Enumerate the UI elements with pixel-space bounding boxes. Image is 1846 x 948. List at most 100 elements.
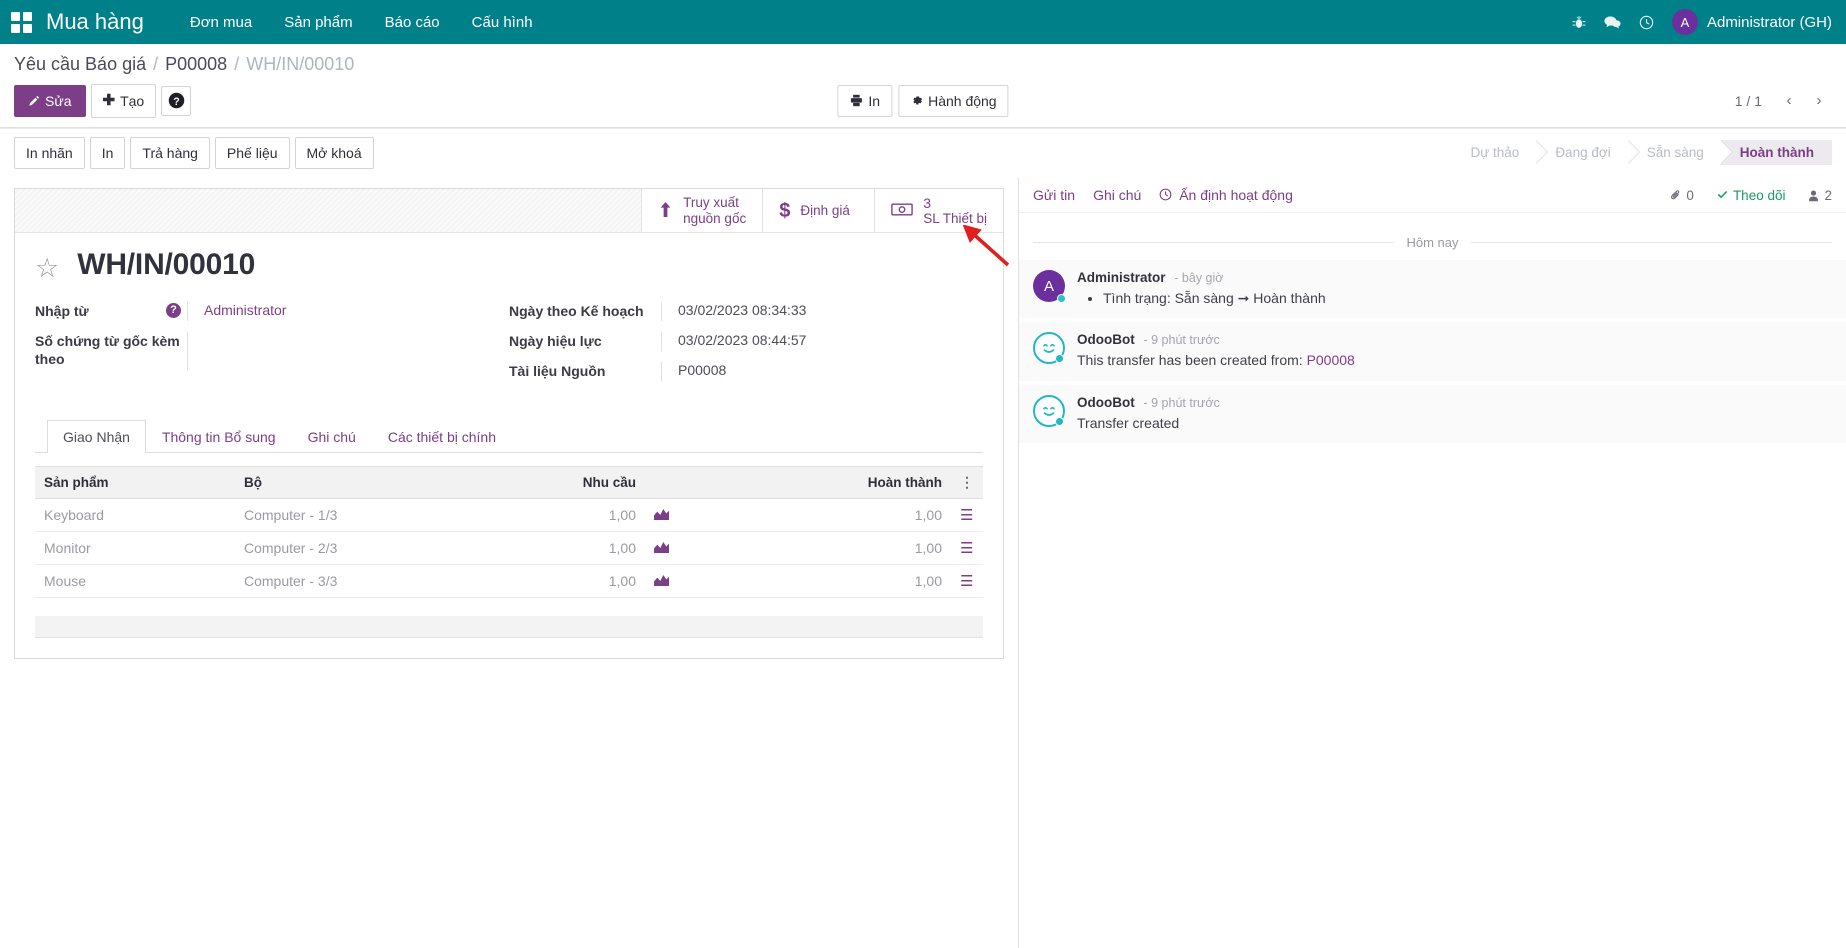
status-step-waiting[interactable]: Đang đợi [1535,140,1626,165]
tab-note[interactable]: Ghi chú [292,420,372,453]
menu-item-reporting[interactable]: Báo cáo [369,3,456,42]
unlock-button[interactable]: Mở khoá [295,137,374,169]
pager-next-button[interactable]: › [1806,88,1832,114]
print-button-secondary[interactable]: In [90,137,126,169]
cell-done[interactable]: 1,00 [678,499,951,532]
clock-icon [1159,188,1172,201]
cell-set[interactable]: Computer - 1/3 [235,499,455,532]
cell-demand[interactable]: 1,00 [455,565,645,598]
arrow-up-icon [658,201,673,221]
check-icon [1716,189,1729,201]
print-button[interactable]: In [837,85,892,117]
tab-additional-info[interactable]: Thông tin Bổ sung [146,420,292,453]
banknote-icon [891,202,913,220]
cell-demand-icon[interactable] [645,532,678,565]
avatar[interactable]: A [1033,270,1065,302]
column-header-demand[interactable]: Nhu cầu [455,467,645,499]
status-step-draft[interactable]: Dự thảo [1451,140,1536,165]
app-brand-title[interactable]: Mua hàng [46,9,144,35]
cell-product[interactable]: Mouse [35,565,235,598]
table-row[interactable]: Keyboard Computer - 1/3 1,00 1,00 ☰ [35,499,983,532]
menu-item-purchase-orders[interactable]: Đơn mua [174,3,268,42]
pager-previous-button[interactable]: ‹ [1776,88,1802,114]
smart-button-traceability[interactable]: Truy xuấtnguồn gốc [641,189,762,232]
field-scheduled-date-value[interactable]: 03/02/2023 08:34:33 [661,302,971,321]
cell-detail-icon[interactable]: ☰ [951,532,983,565]
log-note-button[interactable]: Ghi chú [1093,187,1141,203]
field-source-location-value[interactable]: Administrator [187,302,497,321]
star-outline-icon[interactable]: ☆ [35,255,59,282]
field-source-document-number-value[interactable] [187,332,497,370]
cell-done[interactable]: 1,00 [678,565,951,598]
send-message-button[interactable]: Gửi tin [1033,187,1075,203]
cell-product[interactable]: Keyboard [35,499,235,532]
apps-grid-icon[interactable] [8,9,34,35]
column-header-product[interactable]: Sản phẩm [35,467,235,499]
follow-button[interactable]: Theo dõi [1716,188,1786,203]
vertical-dots-icon[interactable]: ⋮ [960,474,974,490]
sparkline-icon[interactable] [654,541,669,553]
menu-item-products[interactable]: Sản phẩm [268,3,368,42]
message-author[interactable]: Administrator [1077,270,1166,285]
clock-icon[interactable] [1639,15,1654,30]
column-header-set[interactable]: Bộ [235,467,455,499]
column-header-done[interactable]: Hoàn thành [678,467,951,499]
smart-button-equipment-count[interactable]: 3 SL Thiết bị [874,189,1003,232]
message-record-link[interactable]: P00008 [1307,352,1355,368]
action-button[interactable]: Hành động [898,85,1009,117]
print-labels-button[interactable]: In nhãn [14,137,85,169]
edit-button[interactable]: Sửa [14,85,86,117]
breadcrumb-root[interactable]: Yêu cầu Báo giá [14,54,146,75]
sparkline-icon[interactable] [654,574,669,586]
list-icon[interactable]: ☰ [960,507,973,524]
field-source-document-value[interactable]: P00008 [661,362,971,381]
followers-button[interactable]: 2 [1807,188,1832,203]
message-author[interactable]: OdooBot [1077,332,1135,347]
question-mark-icon[interactable]: ? [166,303,181,318]
list-icon[interactable]: ☰ [960,540,973,557]
cell-demand[interactable]: 1,00 [455,499,645,532]
sparkline-icon[interactable] [654,508,669,520]
breadcrumb-parent[interactable]: P00008 [165,54,227,75]
cell-set[interactable]: Computer - 3/3 [235,565,455,598]
avatar[interactable] [1033,332,1065,364]
schedule-activity-button[interactable]: Ấn định hoạt động [1159,187,1293,203]
column-header-options[interactable]: ⋮ [951,467,983,499]
return-button[interactable]: Trả hàng [130,137,210,169]
list-icon[interactable]: ☰ [960,573,973,590]
table-row[interactable]: Monitor Computer - 2/3 1,00 1,00 ☰ [35,532,983,565]
scrap-button[interactable]: Phế liệu [215,137,290,169]
operations-table: Sản phẩm Bộ Nhu cầu Hoàn thành ⋮ [35,466,983,598]
cell-product[interactable]: Monitor [35,532,235,565]
tab-operations[interactable]: Giao Nhận [47,420,146,453]
control-panel: Yêu cầu Báo giá / P00008 / WH/IN/00010 S… [0,44,1846,128]
status-step-ready[interactable]: Sẵn sàng [1627,140,1720,165]
status-step-done[interactable]: Hoàn thành [1720,140,1832,165]
cell-demand[interactable]: 1,00 [455,532,645,565]
user-menu[interactable]: A Administrator (GH) [1672,9,1832,35]
message-content: Transfer created [1077,413,1832,433]
tab-main-equipment[interactable]: Các thiết bị chính [372,420,512,453]
form-view-container: Truy xuấtnguồn gốc $ Định giá 3 SL Thiết… [0,178,1018,948]
cell-demand-icon[interactable] [645,565,678,598]
help-button[interactable]: ? [161,86,191,116]
create-button[interactable]: ✚ Tạo [91,84,157,118]
cell-detail-icon[interactable]: ☰ [951,565,983,598]
cell-detail-icon[interactable]: ☰ [951,499,983,532]
cell-set[interactable]: Computer - 2/3 [235,532,455,565]
smart-button-valuation[interactable]: $ Định giá [762,189,874,232]
bug-icon[interactable] [1572,15,1586,30]
field-scheduled-date-label-text: Ngày theo Kế hoạch [509,302,655,320]
online-status-dot [1055,417,1064,426]
pencil-icon [28,95,40,107]
menu-item-configuration[interactable]: Cấu hình [456,3,549,42]
chat-icon[interactable] [1604,15,1621,30]
message-author[interactable]: OdooBot [1077,395,1135,410]
field-effective-date-value[interactable]: 03/02/2023 08:44:57 [661,332,971,351]
cell-demand-icon[interactable] [645,499,678,532]
attachment-count-button[interactable]: 0 [1670,188,1694,203]
table-row[interactable]: Mouse Computer - 3/3 1,00 1,00 ☰ [35,565,983,598]
avatar[interactable] [1033,395,1065,427]
record-title-row: ☆ WH/IN/00010 [35,247,983,282]
cell-done[interactable]: 1,00 [678,532,951,565]
